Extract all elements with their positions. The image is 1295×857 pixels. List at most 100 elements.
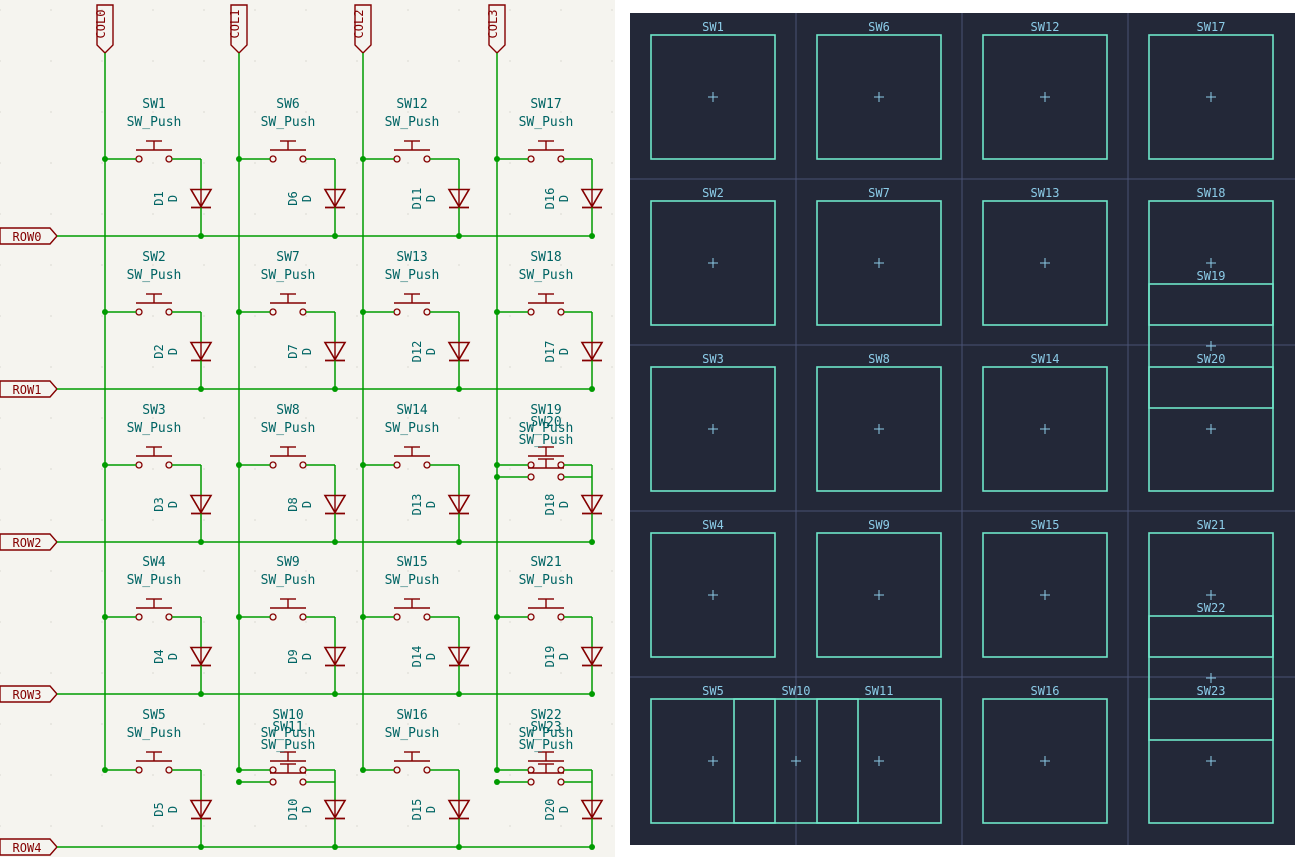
grid-dot: [254, 774, 256, 776]
grid-dot: [305, 519, 307, 521]
grid-dot: [254, 519, 256, 521]
grid-dot: [407, 366, 409, 368]
switch-contact: [393, 766, 401, 774]
switch-sw8: SW8 SW_Push: [236, 403, 335, 469]
switch-reference: SW1: [142, 97, 165, 112]
grid-dot: [101, 60, 103, 62]
grid-dot: [509, 111, 511, 113]
diode-value: D: [166, 806, 180, 813]
diode-d3: D3 D: [152, 465, 213, 545]
switch-contact: [165, 766, 173, 774]
grid-dot: [50, 519, 52, 521]
switch-contact: [393, 155, 401, 163]
grid-dot: [305, 60, 307, 62]
footprint-reference: SW3: [702, 352, 724, 366]
switch-sw11: SW11 SW_Push: [236, 720, 335, 786]
junction-dot: [494, 614, 500, 620]
column-label: COL0: [94, 10, 108, 39]
junction-dot: [198, 844, 204, 850]
junction-dot: [332, 386, 338, 392]
diode-value: D: [557, 653, 571, 660]
grid-dot: [356, 519, 358, 521]
junction-dot: [332, 844, 338, 850]
junction-dot: [236, 309, 242, 315]
grid-dot: [101, 519, 103, 521]
grid-dot: [611, 366, 613, 368]
diode-d17: D17 D: [543, 312, 604, 392]
switch-sw13: SW13 SW_Push: [360, 250, 459, 316]
switch-contact: [135, 613, 143, 621]
grid-dot: [509, 315, 511, 317]
grid-dot: [152, 774, 154, 776]
schematic-editor[interactable]: COL0 COL1 COL2 COL3 ROW0 ROW1 ROW2 ROW3 ROW4 SW1 S…: [0, 0, 615, 857]
switch-contact: [557, 473, 565, 481]
junction-dot: [360, 309, 366, 315]
diode-value: D: [424, 195, 438, 202]
diode-d19: D19 D: [543, 617, 604, 697]
switch-contact: [165, 613, 173, 621]
switch-contact: [135, 766, 143, 774]
switch-contact: [165, 155, 173, 163]
switch-reference: SW7: [276, 250, 299, 265]
grid-dot: [101, 672, 103, 674]
footprint-reference: SW14: [1031, 352, 1060, 366]
grid-dot: [152, 723, 154, 725]
schematic-canvas[interactable]: COL0 COL1 COL2 COL3ROW0ROW1ROW2ROW3ROW4SW1S…: [0, 0, 615, 857]
switch-sw1: SW1 SW_Push: [102, 97, 201, 163]
switch-contact: [527, 778, 535, 786]
grid-dot: [203, 111, 205, 113]
diode-reference: D2: [152, 344, 166, 358]
switch-reference: SW13: [396, 250, 427, 265]
grid-dot: [356, 264, 358, 266]
grid-dot: [101, 315, 103, 317]
pcb-canvas[interactable]: SW1 SW6 SW12 SW17 SW2 SW7 SW13 SW18 SW19 SW3 SW8 SW…: [630, 13, 1295, 845]
diode-value: D: [557, 195, 571, 202]
switch-value: SW_Push: [127, 573, 182, 588]
grid-dot: [203, 162, 205, 164]
diode-value: D: [166, 195, 180, 202]
grid-dot: [305, 417, 307, 419]
grid-dot: [203, 621, 205, 623]
grid-dot: [458, 417, 460, 419]
grid-dot: [254, 60, 256, 62]
switch-contact: [423, 461, 431, 469]
junction-dot: [589, 386, 595, 392]
grid-dot: [509, 9, 511, 11]
pcb-editor[interactable]: SW1 SW6 SW12 SW17 SW2 SW7 SW13 SW18 SW19 SW3 SW8 SW…: [630, 13, 1295, 845]
diode-value: D: [557, 806, 571, 813]
footprint-reference: SW11: [865, 684, 894, 698]
grid-dot: [356, 774, 358, 776]
diode-value: D: [424, 348, 438, 355]
switch-sw15: SW15 SW_Push: [360, 555, 459, 621]
grid-dot: [50, 366, 52, 368]
junction-dot: [494, 767, 500, 773]
junction-dot: [589, 539, 595, 545]
grid-dot: [152, 468, 154, 470]
grid-dot: [611, 570, 613, 572]
grid-dot: [203, 264, 205, 266]
junction-dot: [456, 844, 462, 850]
switch-value: SW_Push: [519, 433, 574, 448]
grid-dot: [356, 723, 358, 725]
grid-dot: [152, 621, 154, 623]
grid-dot: [407, 723, 409, 725]
grid-dot: [560, 519, 562, 521]
grid-dot: [203, 213, 205, 215]
grid-dot: [0, 774, 1, 776]
switch-sw3: SW3 SW_Push: [102, 403, 201, 469]
junction-dot: [456, 386, 462, 392]
grid-dot: [254, 366, 256, 368]
junction-dot: [236, 779, 242, 785]
switch-contact: [165, 308, 173, 316]
grid-dot: [560, 825, 562, 827]
footprint-reference: SW19: [1197, 269, 1226, 283]
diode-d13: D13 D: [410, 465, 471, 545]
switch-contact: [269, 778, 277, 786]
switch-reference: SW14: [396, 403, 427, 418]
grid-dot: [611, 672, 613, 674]
grid-dot: [611, 519, 613, 521]
switch-reference: SW11: [272, 720, 303, 735]
row-net-row0: ROW0: [0, 227, 592, 245]
grid-dot: [203, 723, 205, 725]
junction-dot: [456, 233, 462, 239]
